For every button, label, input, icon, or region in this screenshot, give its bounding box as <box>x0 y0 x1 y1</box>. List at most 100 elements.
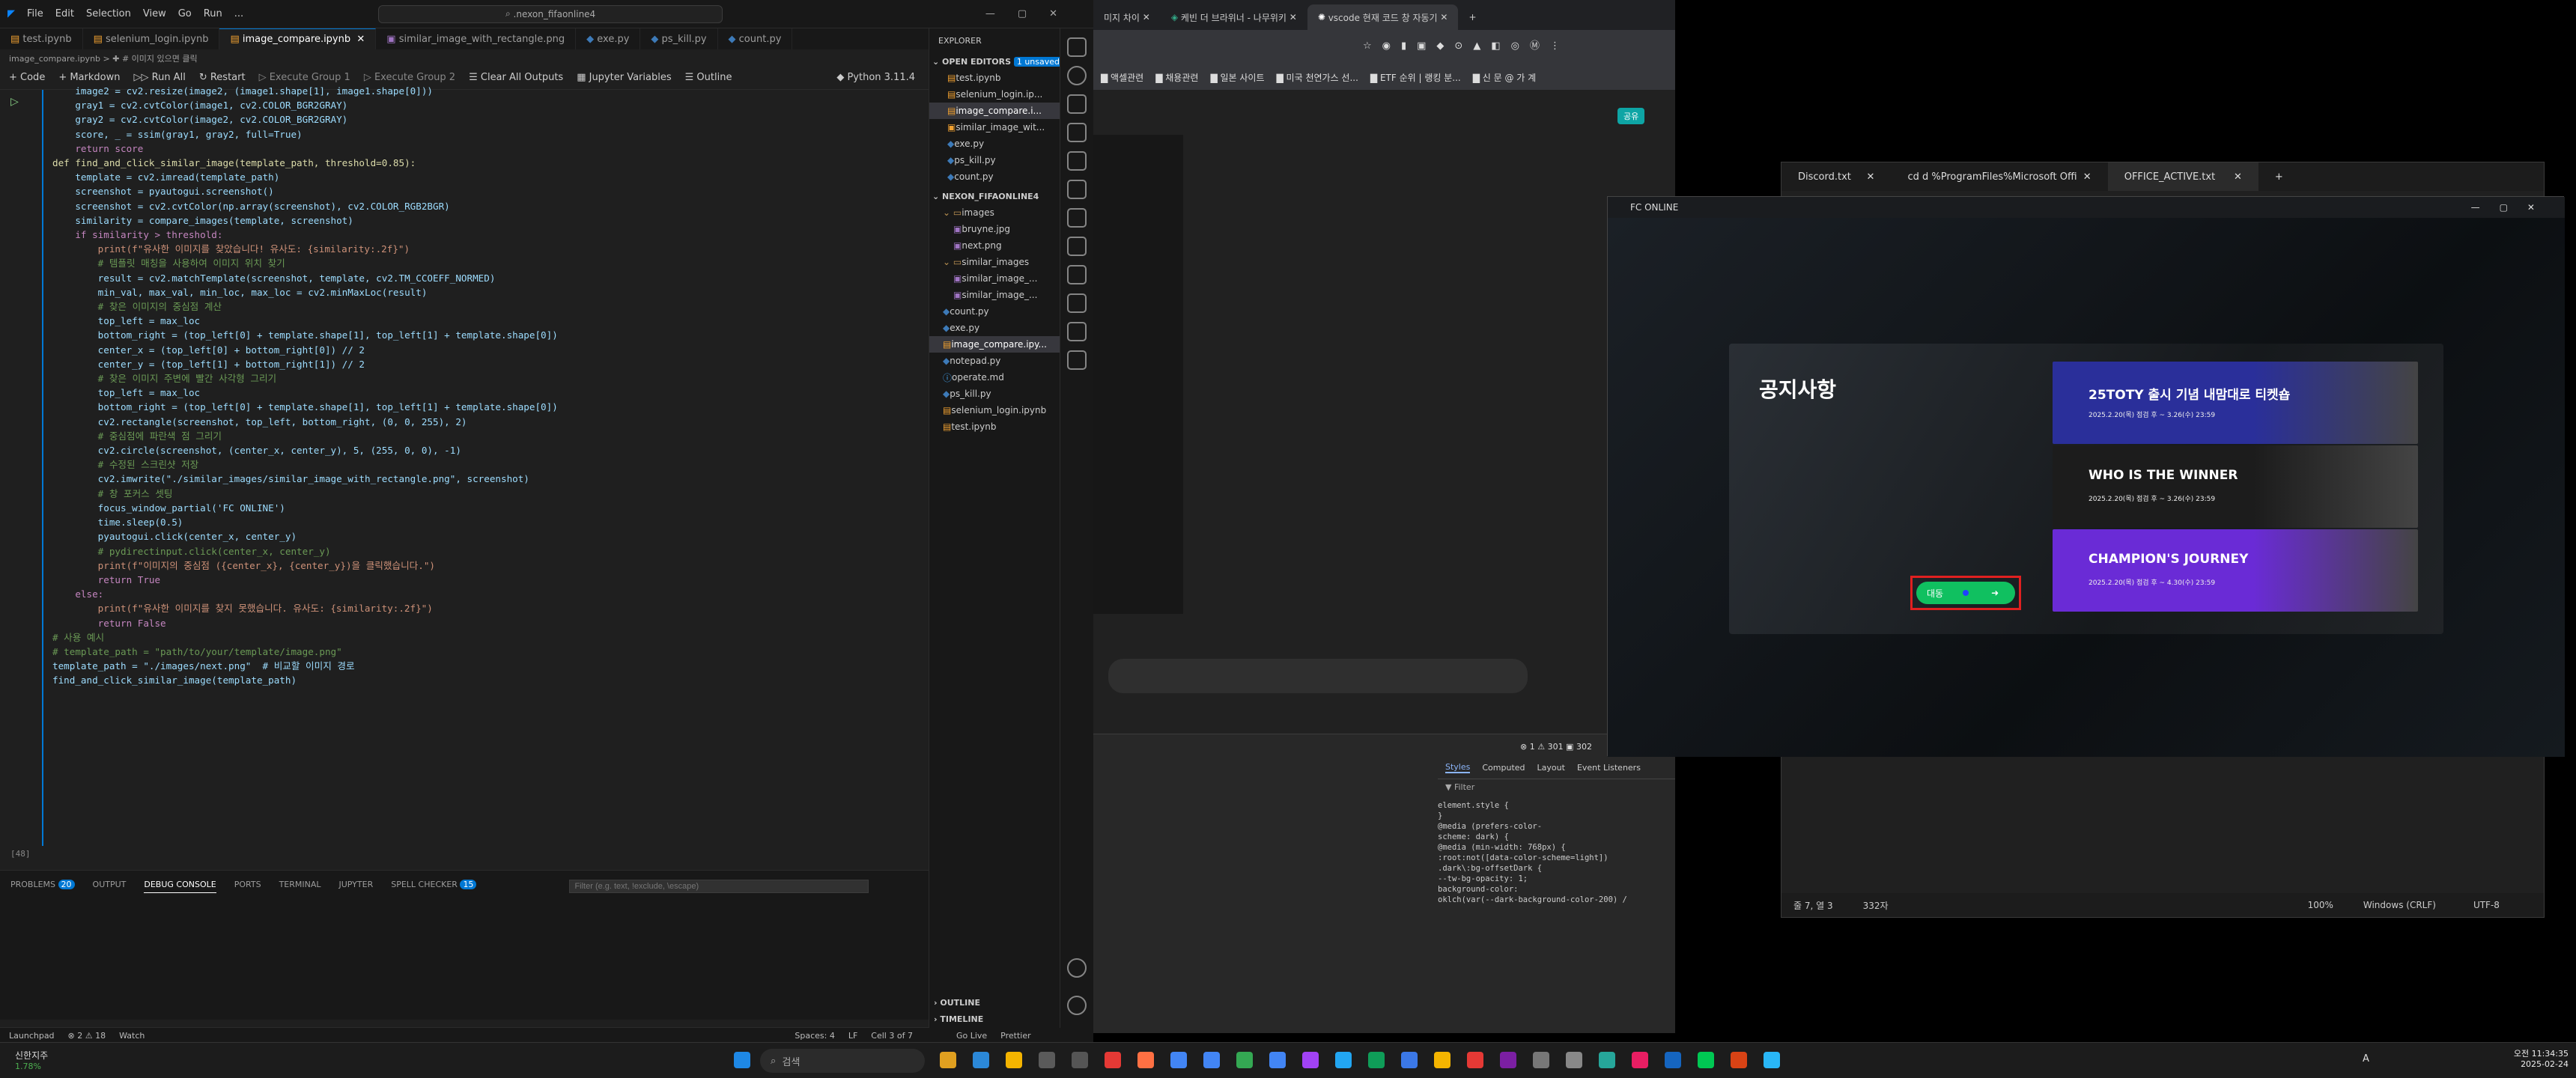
add-markdown-button[interactable]: + Markdown <box>58 72 120 83</box>
file-item[interactable]: ◆ count.py <box>929 303 1060 320</box>
file-item[interactable]: ▤ test.ipynb <box>929 418 1060 435</box>
taskbar-app-icon[interactable] <box>1368 1052 1385 1068</box>
taskbar-app-icon[interactable] <box>940 1052 956 1068</box>
taskbar-app-icon[interactable] <box>1566 1052 1582 1068</box>
file-item[interactable]: ◆ ps_kill.py <box>929 386 1060 402</box>
taskbar-app-icon[interactable] <box>1632 1052 1648 1068</box>
taskbar-app-icon[interactable] <box>1731 1052 1747 1068</box>
menu-edit[interactable]: Edit <box>55 8 74 19</box>
ime-indicator[interactable]: A <box>2363 1053 2369 1065</box>
status-indent[interactable]: Spaces: 4 <box>795 1031 834 1041</box>
fc-window-controls[interactable]: —▢✕ <box>2471 202 2554 213</box>
tab-terminal[interactable]: TERMINAL <box>279 880 321 893</box>
remote-explorer-icon[interactable] <box>1067 180 1087 199</box>
taskbar-app-icon[interactable] <box>1500 1052 1516 1068</box>
file-item[interactable]: ▤ selenium_login.ipynb <box>929 402 1060 418</box>
taskbar-app-icon[interactable] <box>1236 1052 1253 1068</box>
menu-more[interactable]: ... <box>234 8 243 19</box>
status-launchpad[interactable]: Launchpad <box>9 1031 55 1041</box>
timeline-section[interactable]: › TIMELINE <box>929 1011 983 1027</box>
file-item[interactable]: ◆ exe.py <box>929 320 1060 336</box>
jupyter-variables-button[interactable]: ▦ Jupyter Variables <box>577 72 671 83</box>
kernel-picker[interactable]: ◆ Python 3.11.4 <box>836 72 915 83</box>
file-item[interactable]: ▣ next.png <box>929 237 1060 254</box>
chat-input[interactable] <box>1108 659 1528 693</box>
copilot-icon[interactable] <box>1067 322 1087 341</box>
open-editor-item[interactable]: ▤ test.ipynb <box>929 70 1060 86</box>
menu-go[interactable]: Go <box>178 8 192 19</box>
tab-event-listeners[interactable]: Event Listeners <box>1577 763 1641 773</box>
account-icon[interactable] <box>1067 958 1087 978</box>
open-editor-item[interactable]: ▤ image_compare.i... <box>929 103 1060 119</box>
tab-selenium-login[interactable]: ▤ selenium_login.ipynb <box>83 28 220 49</box>
execute-group1-button[interactable]: ▷ Execute Group 1 <box>259 72 350 83</box>
bookmark-icon[interactable] <box>1067 350 1087 370</box>
new-tab-button[interactable]: + <box>1458 4 1486 30</box>
extensions-icon[interactable] <box>1067 151 1087 171</box>
taskbar-app-icon[interactable] <box>1302 1052 1319 1068</box>
code-cell-editor[interactable]: image2 = cv2.resize(image2, (image1.shap… <box>52 84 914 855</box>
open-editor-item[interactable]: ▤ selenium_login.ip... <box>929 86 1060 103</box>
project-header[interactable]: ⌄ NEXON_FIFAONLINE4 <box>929 188 1060 204</box>
notepad-tab-discord[interactable]: Discord.txt ✕ <box>1781 162 1891 191</box>
bookmark-folder-excel[interactable]: ▇ 액셀관련 <box>1101 71 1143 84</box>
taskbar-app-icon[interactable] <box>1764 1052 1780 1068</box>
notepad-new-tab[interactable]: + <box>2258 162 2300 191</box>
outline-section[interactable]: › OUTLINE <box>929 994 980 1011</box>
open-editor-item[interactable]: ◆ exe.py <box>929 135 1060 152</box>
taskbar-app-icon[interactable] <box>1006 1052 1022 1068</box>
taskbar-app-icon[interactable] <box>1105 1052 1121 1068</box>
python-icon[interactable] <box>1067 293 1087 313</box>
breadcrumb[interactable]: image_compare.ipynb > ✚ # 이미지 있으면 클릭 <box>9 52 198 64</box>
file-item[interactable]: ⓘ operate.md <box>929 369 1060 386</box>
stock-widget[interactable]: 신한지주 1.78% <box>15 1049 48 1071</box>
banner-toty[interactable]: 25TOTY 출시 기념 내맘대로 티켓숍 2025.2.20(목) 점검 후 ~… <box>2053 362 2418 444</box>
taskbar-app-icon[interactable] <box>1039 1052 1055 1068</box>
taskbar-app-icon[interactable] <box>1599 1052 1615 1068</box>
taskbar-app-icon[interactable] <box>1269 1052 1286 1068</box>
open-editors-header[interactable]: ⌄ OPEN EDITORS 1 unsaved <box>929 53 1060 70</box>
bookmark-news[interactable]: ▇ 신 문 @ 가 계 <box>1473 71 1536 84</box>
open-editor-item[interactable]: ◆ count.py <box>929 168 1060 185</box>
run-cell-icon[interactable]: ▷ <box>10 96 19 108</box>
status-prettier[interactable]: Prettier <box>1000 1031 1030 1041</box>
taskbar-app-icon[interactable] <box>1072 1052 1088 1068</box>
add-code-button[interactable]: + Code <box>9 72 45 83</box>
clock[interactable]: 오전 11:34:35 2025-02-24 <box>2501 1047 2569 1069</box>
execute-group2-button[interactable]: ▷ Execute Group 2 <box>364 72 455 83</box>
tab-layout[interactable]: Layout <box>1537 763 1565 773</box>
chrome-tab-3[interactable]: ✺ vscode 현재 코드 창 자동기 ✕ <box>1307 4 1459 30</box>
chrome-tab-1[interactable]: 미지 차이 ✕ <box>1093 4 1161 30</box>
menu-run[interactable]: Run <box>204 8 222 19</box>
folder-item[interactable]: ⌄ ▭ images <box>929 204 1060 221</box>
taskbar-app-icon[interactable] <box>1170 1052 1187 1068</box>
restart-button[interactable]: ↻ Restart <box>199 72 246 83</box>
taskbar-app-icon[interactable] <box>1335 1052 1352 1068</box>
folder-item[interactable]: ⌄ ▭ similar_images <box>929 254 1060 270</box>
share-button[interactable]: 공유 <box>1617 108 1645 124</box>
banner-champion[interactable]: CHAMPION'S JOURNEY 2025.2.20(목) 점검 후 ~ 4.… <box>2053 529 2418 612</box>
outline-button[interactable]: ☰ Outline <box>685 72 732 83</box>
close-icon[interactable]: ✕ <box>356 34 365 45</box>
status-cell[interactable]: Cell 3 of 7 <box>871 1031 913 1041</box>
tab-spell-checker[interactable]: SPELL CHECKER 15 <box>391 880 477 893</box>
menu-file[interactable]: File <box>27 8 43 19</box>
tab-jupyter[interactable]: JUPYTER <box>339 880 374 893</box>
taskbar-app-icon[interactable] <box>1467 1052 1483 1068</box>
taskbar-app-icon[interactable] <box>1665 1052 1681 1068</box>
tab-debug-console[interactable]: DEBUG CONSOLE <box>144 880 216 893</box>
taskbar-search[interactable]: ⌕ 검색 <box>760 1049 925 1073</box>
file-item[interactable]: ▣ similar_image_... <box>929 270 1060 287</box>
file-item[interactable]: ▣ bruyne.jpg <box>929 221 1060 237</box>
window-controls[interactable]: —▢✕ <box>985 8 1080 19</box>
command-center-search[interactable]: ⌕ .nexon_fifaonline4 <box>378 4 723 23</box>
source-control-icon[interactable] <box>1067 94 1087 114</box>
tab-exe-py[interactable]: ◆ exe.py <box>576 28 641 49</box>
tab-computed[interactable]: Computed <box>1482 763 1525 773</box>
start-icon[interactable] <box>734 1052 750 1068</box>
status-problems[interactable]: ⊗ 2 ⚠ 18 <box>68 1031 106 1041</box>
bookmark-folder-japan[interactable]: ▇ 일본 사이트 <box>1210 71 1264 84</box>
settings-gear-icon[interactable] <box>1067 996 1087 1015</box>
file-item[interactable]: ▤ image_compare.ipy... <box>929 336 1060 353</box>
taskbar-app-icon[interactable] <box>973 1052 989 1068</box>
